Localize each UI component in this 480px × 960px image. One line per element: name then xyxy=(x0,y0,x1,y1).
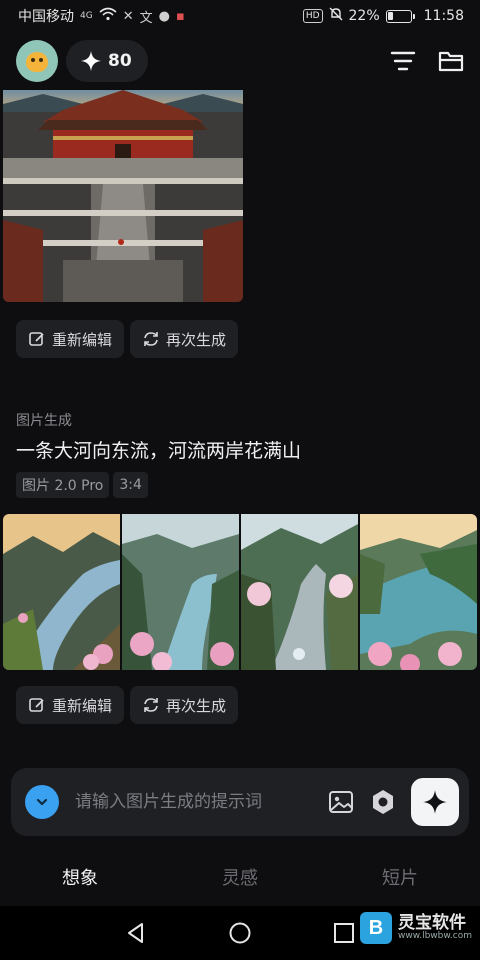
section-label: 图片生成 xyxy=(16,413,72,429)
battery-percent: 22% xyxy=(348,8,380,24)
edit-icon xyxy=(29,332,44,346)
map-pin-icon: ▪ xyxy=(175,8,185,24)
tab-short-video[interactable]: 短片 xyxy=(320,848,480,906)
model-tag: 图片 2.0 Pro xyxy=(16,472,110,498)
image-upload-icon[interactable] xyxy=(327,788,355,816)
credits-count: 80 xyxy=(108,51,132,71)
prompt-text: 一条大河向东流，河流两岸花满山 xyxy=(16,440,302,462)
tab-imagine[interactable]: 想象 xyxy=(0,848,160,906)
watermark: B 灵宝软件 www.lbwbw.com xyxy=(359,912,472,944)
tab-inspiration[interactable]: 灵感 xyxy=(160,848,320,906)
top-action-row: 重新编辑 再次生成 xyxy=(16,320,239,358)
status-left: 中国移动 4G ✕ 文 ● ▪ xyxy=(18,6,185,26)
credits-pill[interactable]: 80 xyxy=(66,40,148,82)
home-icon[interactable] xyxy=(228,921,252,945)
regenerate-button[interactable]: 再次生成 xyxy=(130,686,239,724)
wifi-icon xyxy=(99,7,117,25)
regenerate-label: 再次生成 xyxy=(166,330,227,349)
re-edit-label: 重新编辑 xyxy=(52,696,113,715)
chat-bubble-icon: ● xyxy=(158,8,170,24)
palace-image-art xyxy=(3,90,243,302)
watermark-name: 灵宝软件 xyxy=(397,912,466,933)
watermark-text: 灵宝软件 www.lbwbw.com xyxy=(398,914,472,943)
clock: 11:58 xyxy=(423,8,464,24)
watermark-logo: B xyxy=(359,912,392,944)
header-actions xyxy=(390,48,464,74)
watermark-url: www.lbwbw.com xyxy=(397,931,472,942)
prompt-input-bar xyxy=(11,768,469,836)
avatar[interactable] xyxy=(16,40,58,82)
back-icon[interactable] xyxy=(124,921,148,945)
network-label: 4G xyxy=(80,11,93,21)
filter-icon[interactable] xyxy=(390,48,416,74)
hd-badge: HD xyxy=(302,9,323,23)
refresh-icon xyxy=(144,332,158,346)
avatar-face xyxy=(26,52,48,72)
generation-feed[interactable]: 重新编辑 再次生成 图片生成 一条大河向东流，河流两岸花满山 图片 2.0 Pr… xyxy=(0,90,480,766)
image-grid xyxy=(3,514,477,670)
generated-image-2[interactable] xyxy=(122,514,239,670)
generated-image-1[interactable] xyxy=(3,514,120,670)
prompt-input[interactable] xyxy=(75,792,313,812)
river-image-art-2 xyxy=(122,514,239,670)
app-header: 80 xyxy=(0,32,480,90)
regenerate-button[interactable]: 再次生成 xyxy=(130,320,239,358)
regenerate-label: 再次生成 xyxy=(166,696,227,715)
settings-hexagon-icon[interactable] xyxy=(369,788,397,816)
edit-icon xyxy=(29,698,44,712)
generated-image-palace[interactable] xyxy=(3,90,243,302)
status-bar: 中国移动 4G ✕ 文 ● ▪ HD 22% 11:58 xyxy=(0,0,480,32)
recents-icon[interactable] xyxy=(332,921,356,945)
folder-icon[interactable] xyxy=(438,48,464,74)
river-image-art-1 xyxy=(3,514,120,670)
re-edit-button[interactable]: 重新编辑 xyxy=(16,686,125,724)
ratio-tag: 3:4 xyxy=(113,472,148,498)
status-right: HD 22% 11:58 xyxy=(302,7,464,25)
re-edit-label: 重新编辑 xyxy=(52,330,113,349)
chevron-down-icon xyxy=(36,798,48,806)
bottom-action-row: 重新编辑 再次生成 xyxy=(16,686,239,724)
tag-row: 图片 2.0 Pro 3:4 xyxy=(16,472,148,498)
generate-button[interactable] xyxy=(411,778,459,826)
refresh-icon xyxy=(144,698,158,712)
re-edit-button[interactable]: 重新编辑 xyxy=(16,320,125,358)
battery-level xyxy=(388,12,393,20)
sparkle-icon xyxy=(423,790,447,814)
battery-icon xyxy=(385,9,415,23)
app-notification-icon: ✕ xyxy=(122,8,134,24)
river-image-art-3 xyxy=(241,514,358,670)
generated-image-4[interactable] xyxy=(360,514,477,670)
sparkle-icon xyxy=(80,50,102,72)
bottom-tab-bar: 想象 灵感 短片 xyxy=(0,848,480,906)
collapse-button[interactable] xyxy=(25,785,59,819)
carrier-label: 中国移动 xyxy=(18,9,74,25)
translate-icon: 文 xyxy=(139,10,153,26)
river-image-art-4 xyxy=(360,514,477,670)
mute-icon xyxy=(329,7,343,25)
generated-image-3[interactable] xyxy=(241,514,358,670)
